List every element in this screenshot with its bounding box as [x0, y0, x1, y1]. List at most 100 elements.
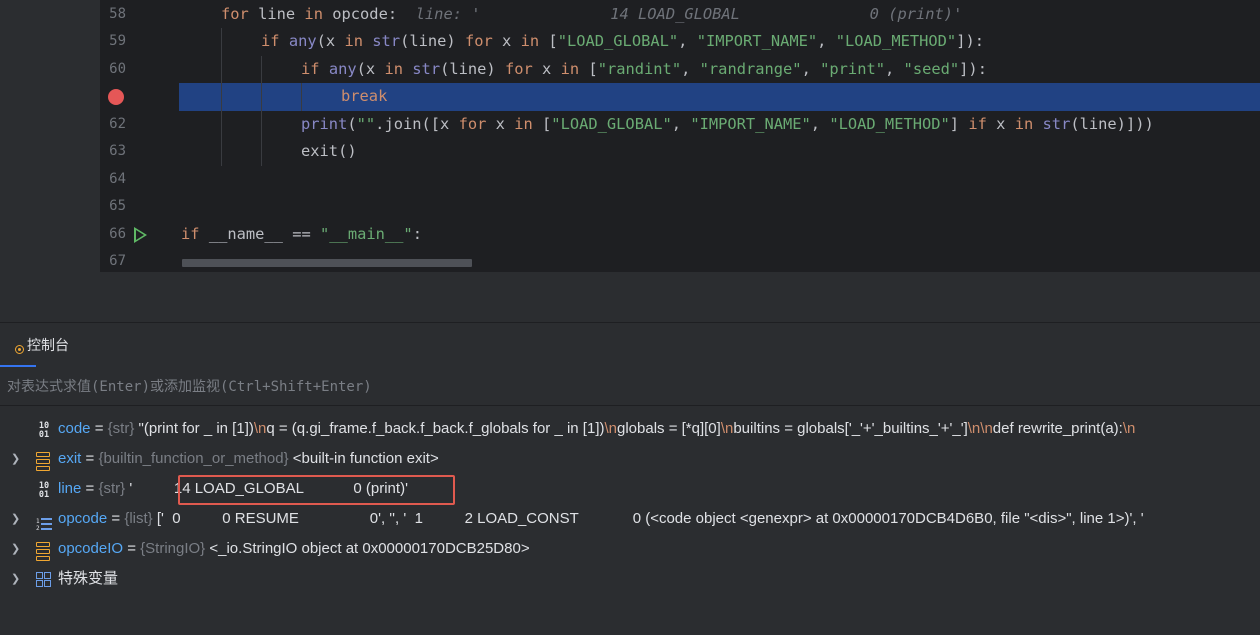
variable-name: opcodeIO: [58, 540, 124, 557]
variable-row[interactable]: ❯ 特殊变量: [0, 564, 1260, 594]
variable-value: q = (q.gi_frame.f_back.f_back.f_globals …: [266, 420, 605, 437]
chevron-right-icon[interactable]: ❯: [11, 564, 23, 594]
variable-text: opcode = {list} [' 0 0 RESUME 0', '', ' …: [58, 504, 1144, 534]
line-number: 66: [109, 225, 126, 242]
code-editor[interactable]: 58 for line in opcode: line: ' 14 LOAD_GL…: [0, 0, 1260, 272]
code-token: x: [532, 59, 561, 78]
code-token: if: [968, 114, 987, 133]
code-token: for: [221, 4, 249, 23]
line-number: 62: [109, 115, 126, 132]
code-token: ,: [678, 32, 697, 50]
variable-value: \n: [253, 420, 267, 437]
code-token: any: [288, 32, 317, 50]
variable-row[interactable]: ❯ exit = {builtin_function_or_method} <bu…: [0, 444, 1260, 474]
code-line[interactable]: 64: [0, 166, 1260, 194]
indent-guide: [221, 83, 222, 111]
line-number: 64: [109, 170, 126, 187]
line-number: 65: [109, 198, 126, 214]
code-text: for line in opcode: line: ' 14 LOAD_GLOB…: [221, 1, 962, 29]
indent-guide: [221, 55, 222, 83]
grid-icon: [36, 572, 51, 587]
stack-icon: [36, 452, 52, 471]
code-token: (line): [400, 32, 465, 50]
code-token: "seed": [903, 59, 960, 78]
code-line[interactable]: 65: [0, 193, 1260, 221]
code-token: str: [1042, 114, 1071, 133]
indent-guide: [301, 83, 302, 111]
code-token: [: [579, 59, 598, 78]
console-tab-bar: 控制台: [0, 323, 1260, 367]
chevron-right-icon[interactable]: ❯: [11, 504, 23, 534]
tab-active-indicator: [0, 365, 36, 367]
code-token: "randrange": [699, 59, 802, 78]
code-token: if: [301, 59, 320, 78]
svg-text:2: 2: [36, 525, 40, 531]
code-token: x: [486, 114, 515, 133]
code-token: in: [560, 59, 580, 78]
code-token: ,: [810, 114, 830, 133]
variable-row[interactable]: 10 01 code = {str} "(print for _ in [1])\n…: [0, 414, 1260, 444]
code-token: any: [328, 59, 357, 78]
binary-icon: 10 01: [38, 421, 50, 440]
variable-value: <_io.StringIO object at 0x00000170DCB25D…: [205, 540, 530, 557]
code-text: if __name__ == "__main__":: [181, 221, 422, 249]
chevron-right-icon[interactable]: ❯: [11, 534, 23, 564]
code-line[interactable]: 59 if any(x in str(line) for x in ["LOAD_…: [0, 28, 1260, 56]
evaluate-expression-input[interactable]: [0, 368, 1260, 406]
code-text: exit(): [301, 138, 357, 166]
tab-console[interactable]: 控制台: [0, 323, 79, 367]
code-token: in: [1014, 114, 1034, 133]
code-text: if any(x in str(line) for x in ["randint…: [301, 56, 987, 84]
variable-type: {str}: [98, 480, 126, 497]
panel-splitter[interactable]: [0, 272, 1260, 322]
line-number: 58: [109, 5, 126, 22]
code-token: "IMPORT_NAME": [690, 114, 811, 133]
indent-guide: [261, 110, 262, 138]
code-token: str: [412, 59, 441, 78]
equals-sign: =: [81, 480, 99, 497]
code-token: for: [504, 59, 533, 78]
variable-value: globals = [*q][0]: [617, 420, 721, 437]
horizontal-scrollbar[interactable]: [182, 259, 472, 267]
variable-row[interactable]: ❯ 1 2 opcode = {list} [' 0 0 RESUME 0', '',…: [0, 504, 1260, 534]
code-token: "IMPORT_NAME": [696, 32, 818, 50]
code-line[interactable]: 62 print("".join([x for x in ["LOAD_GLOBA…: [0, 110, 1260, 138]
chevron-right-icon[interactable]: ❯: [11, 444, 23, 474]
code-token: if: [181, 224, 200, 243]
code-line[interactable]: 58 for line in opcode: line: ' 14 LOAD_GL…: [0, 1, 1260, 29]
variable-type: {builtin_function_or_method}: [98, 450, 289, 467]
code-token: __name__ ==: [199, 224, 321, 243]
binary-icon: 10 01: [38, 481, 50, 500]
variable-name: 特殊变量: [58, 570, 119, 587]
code-line[interactable]: 63 exit(): [0, 138, 1260, 166]
variable-row[interactable]: ❯ opcodeIO = {StringIO} <_io.StringIO obj…: [0, 534, 1260, 564]
code-token: in: [384, 59, 403, 78]
console-icon: [14, 344, 25, 355]
code-line[interactable]: break: [0, 83, 1260, 111]
variable-value: builtins = globals['_'+'_builtins_'+'_']: [733, 420, 968, 437]
code-token: str: [372, 32, 401, 50]
code-token: ,: [817, 32, 836, 50]
code-token: in: [520, 32, 540, 50]
run-gutter-icon[interactable]: [134, 226, 147, 243]
code-token: in: [514, 114, 533, 133]
code-line[interactable]: 60 if any(x in str(line) for x in ["randi…: [0, 55, 1260, 84]
indent-guide: [221, 28, 222, 56]
line-number: 59: [109, 33, 126, 49]
code-token: "randint": [597, 59, 682, 78]
variable-name: code: [58, 420, 91, 437]
code-token: (line)])): [1070, 114, 1154, 133]
variable-value: \n\n: [967, 420, 993, 437]
stack-icon: [36, 542, 52, 561]
code-token: "print": [820, 59, 885, 78]
code-token: print: [301, 114, 348, 133]
code-text: if any(x in str(line) for x in ["LOAD_GL…: [261, 28, 984, 56]
code-token: (x: [356, 59, 385, 78]
code-token: "LOAD_GLOBAL": [551, 114, 672, 133]
variable-value: \n: [604, 420, 617, 437]
breakpoint-icon[interactable]: [108, 89, 124, 105]
code-token: ,: [681, 59, 700, 78]
code-line[interactable]: 66 if __name__ == "__main__":: [0, 221, 1260, 249]
code-token: ]):: [956, 32, 984, 50]
